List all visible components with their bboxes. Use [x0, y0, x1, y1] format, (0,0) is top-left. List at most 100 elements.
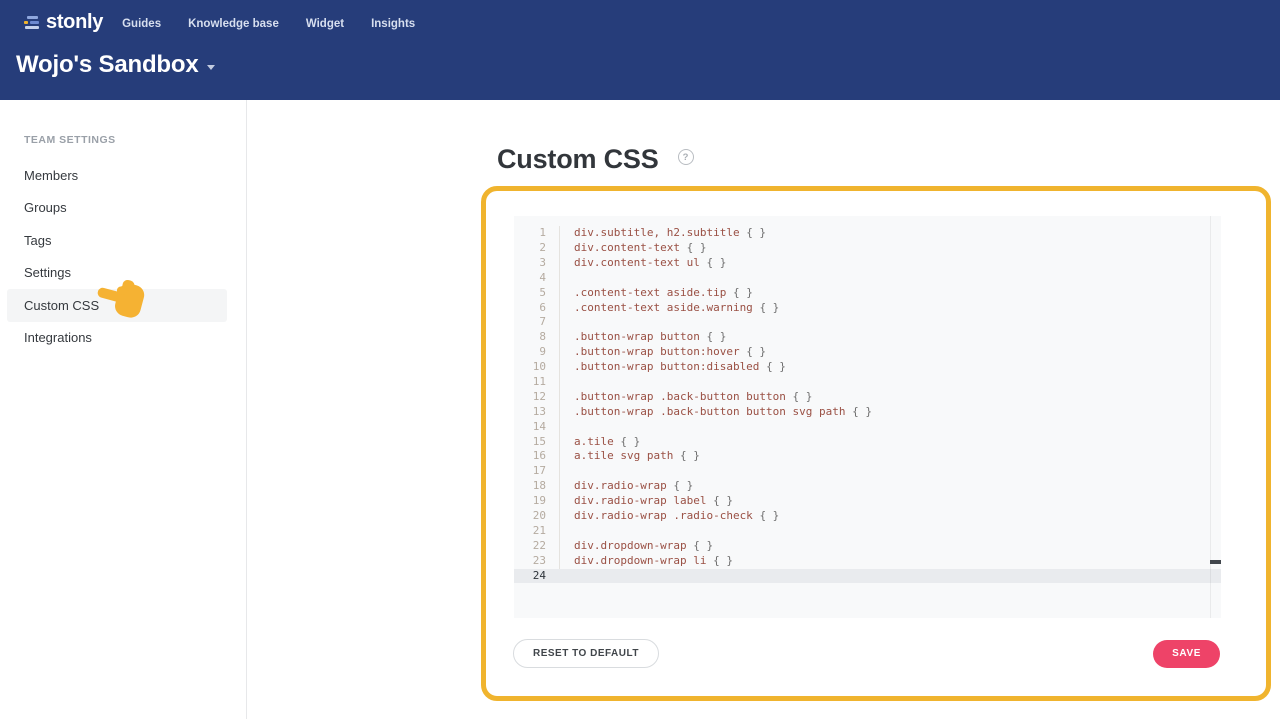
code-text: [559, 420, 1221, 435]
line-number: 23: [514, 554, 559, 569]
code-line[interactable]: 21: [514, 524, 1221, 539]
code-text: [559, 375, 1221, 390]
line-number: 16: [514, 449, 559, 464]
sidebar-item-settings[interactable]: Settings: [0, 257, 246, 290]
content: TEAM SETTINGS MembersGroupsTagsSettingsC…: [0, 100, 1280, 719]
help-icon[interactable]: ?: [678, 149, 694, 165]
code-text: .content-text aside.warning { }: [559, 301, 1221, 316]
sidebar-item-groups[interactable]: Groups: [0, 192, 246, 225]
code-text: .button-wrap button:hover { }: [559, 345, 1221, 360]
sidebar-item-custom-css[interactable]: Custom CSS: [7, 289, 227, 322]
page-title: Custom CSS: [497, 144, 659, 175]
code-line[interactable]: 1div.subtitle, h2.subtitle { }: [514, 226, 1221, 241]
line-number: 7: [514, 315, 559, 330]
save-button[interactable]: SAVE: [1153, 640, 1220, 668]
code-text: [559, 271, 1221, 286]
custom-css-card: 1div.subtitle, h2.subtitle { }2div.conte…: [481, 186, 1271, 701]
line-number: 4: [514, 271, 559, 286]
caret-down-icon[interactable]: [207, 65, 215, 70]
code-text: .button-wrap .back-button button svg pat…: [559, 405, 1221, 420]
code-line[interactable]: 19div.radio-wrap label { }: [514, 494, 1221, 509]
main-panel: Custom CSS ? 1div.subtitle, h2.subtitle …: [247, 100, 1280, 719]
code-line[interactable]: 9.button-wrap button:hover { }: [514, 345, 1221, 360]
code-text: [559, 569, 1221, 584]
workspace-title[interactable]: Wojo's Sandbox: [16, 51, 198, 79]
code-line[interactable]: 5.content-text aside.tip { }: [514, 286, 1221, 301]
nav-item-knowledge-base[interactable]: Knowledge base: [188, 18, 279, 30]
sidebar-item-integrations[interactable]: Integrations: [0, 322, 246, 355]
code-text: [559, 315, 1221, 330]
code-text: div.dropdown-wrap { }: [559, 539, 1221, 554]
code-line[interactable]: 18div.radio-wrap { }: [514, 479, 1221, 494]
nav-item-widget[interactable]: Widget: [306, 18, 344, 30]
code-line[interactable]: 17: [514, 464, 1221, 479]
logo[interactable]: stonly: [24, 11, 103, 34]
sidebar-item-tags[interactable]: Tags: [0, 224, 246, 257]
code-text: div.subtitle, h2.subtitle { }: [559, 226, 1221, 241]
code-line[interactable]: 24: [514, 569, 1221, 584]
code-line[interactable]: 14: [514, 420, 1221, 435]
line-number: 6: [514, 301, 559, 316]
code-text: a.tile svg path { }: [559, 449, 1221, 464]
nav-item-insights[interactable]: Insights: [371, 18, 415, 30]
code-line[interactable]: 10.button-wrap button:disabled { }: [514, 360, 1221, 375]
code-text: div.radio-wrap { }: [559, 479, 1221, 494]
line-number: 8: [514, 330, 559, 345]
code-line[interactable]: 8.button-wrap button { }: [514, 330, 1221, 345]
scrollbar-track: [1210, 216, 1211, 618]
line-number: 15: [514, 435, 559, 450]
topbar-nav-row: stonly Guides Knowledge base Widget Insight…: [0, 0, 1280, 34]
code-text: div.radio-wrap label { }: [559, 494, 1221, 509]
code-text: div.content-text { }: [559, 241, 1221, 256]
line-number: 1: [514, 226, 559, 241]
sidebar-item-members[interactable]: Members: [0, 159, 246, 192]
line-number: 24: [514, 569, 559, 584]
code-line[interactable]: 11: [514, 375, 1221, 390]
code-line[interactable]: 23div.dropdown-wrap li { }: [514, 554, 1221, 569]
page: stonly Guides Knowledge base Widget Insight…: [0, 0, 1280, 719]
code-line[interactable]: 12.button-wrap .back-button button { }: [514, 390, 1221, 405]
code-line[interactable]: 16a.tile svg path { }: [514, 449, 1221, 464]
code-text: [559, 524, 1221, 539]
code-line[interactable]: 22div.dropdown-wrap { }: [514, 539, 1221, 554]
code-line[interactable]: 6.content-text aside.warning { }: [514, 301, 1221, 316]
code-line[interactable]: 13.button-wrap .back-button button svg p…: [514, 405, 1221, 420]
code-text: .button-wrap button:disabled { }: [559, 360, 1221, 375]
sidebar-heading: TEAM SETTINGS: [24, 134, 246, 146]
line-number: 11: [514, 375, 559, 390]
code-text: [559, 464, 1221, 479]
line-number: 2: [514, 241, 559, 256]
nav-item-guides[interactable]: Guides: [122, 18, 161, 30]
code-text: .button-wrap .back-button button { }: [559, 390, 1221, 405]
workspace-row: Wojo's Sandbox: [0, 34, 1280, 79]
line-number: 5: [514, 286, 559, 301]
scrollbar-thumb[interactable]: [1210, 560, 1221, 564]
line-number: 17: [514, 464, 559, 479]
top-nav: Guides Knowledge base Widget Insights: [122, 16, 415, 30]
line-number: 18: [514, 479, 559, 494]
button-row: RESET TO DEFAULT SAVE: [486, 639, 1266, 668]
code-line[interactable]: 7: [514, 315, 1221, 330]
reset-to-default-button[interactable]: RESET TO DEFAULT: [513, 639, 659, 668]
code-text: .button-wrap button { }: [559, 330, 1221, 345]
code-line[interactable]: 3div.content-text ul { }: [514, 256, 1221, 271]
line-number: 12: [514, 390, 559, 405]
code-text: div.content-text ul { }: [559, 256, 1221, 271]
line-number: 10: [514, 360, 559, 375]
sidebar-items: MembersGroupsTagsSettingsCustom CSSInteg…: [0, 159, 246, 354]
code-line[interactable]: 2div.content-text { }: [514, 241, 1221, 256]
code-line[interactable]: 20div.radio-wrap .radio-check { }: [514, 509, 1221, 524]
line-number: 21: [514, 524, 559, 539]
code-line[interactable]: 15a.tile { }: [514, 435, 1221, 450]
line-number: 20: [514, 509, 559, 524]
line-number: 22: [514, 539, 559, 554]
stonly-logo-icon: [24, 16, 40, 29]
code-text: div.dropdown-wrap li { }: [559, 554, 1221, 569]
css-code-editor[interactable]: 1div.subtitle, h2.subtitle { }2div.conte…: [514, 216, 1221, 618]
line-number: 13: [514, 405, 559, 420]
line-number: 3: [514, 256, 559, 271]
logo-text: stonly: [46, 11, 103, 34]
topbar: stonly Guides Knowledge base Widget Insight…: [0, 0, 1280, 100]
line-number: 14: [514, 420, 559, 435]
code-line[interactable]: 4: [514, 271, 1221, 286]
